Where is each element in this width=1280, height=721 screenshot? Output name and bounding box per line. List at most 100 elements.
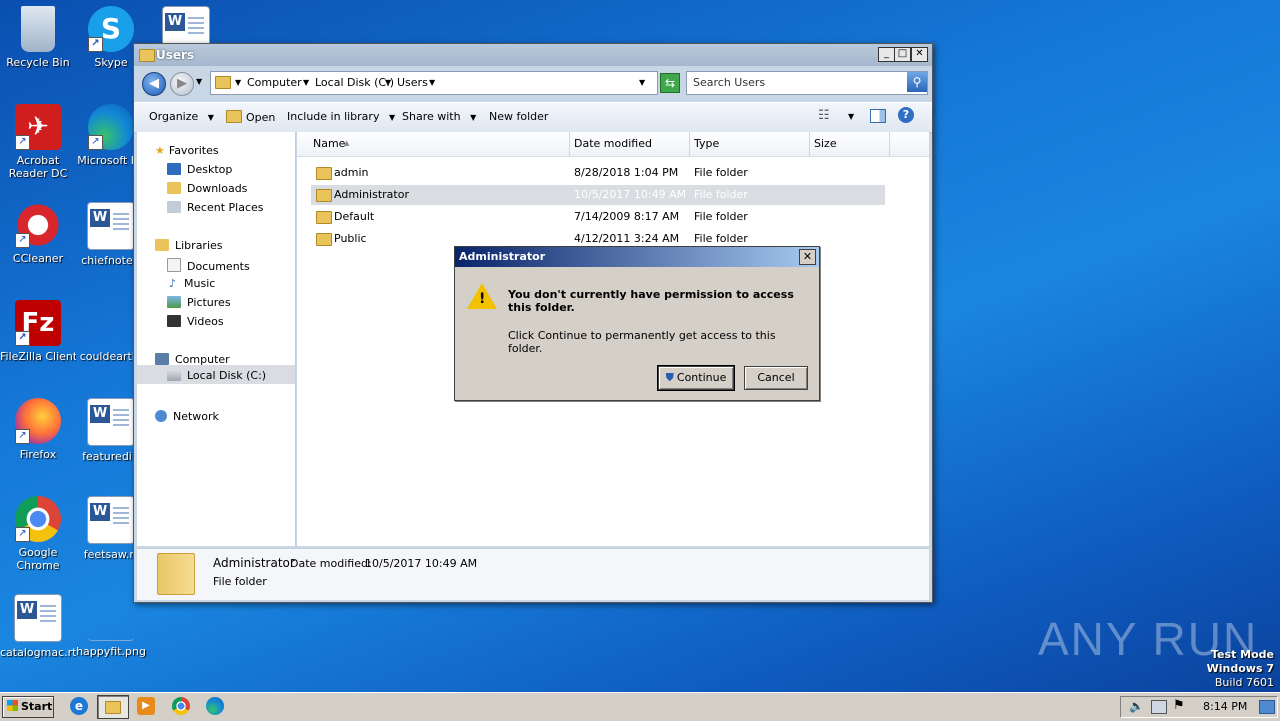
desktop-icon-happyfit[interactable]: happyfit.png [73, 594, 149, 658]
column-divider[interactable] [889, 132, 890, 156]
breadcrumb-local-disk[interactable]: Local Disk (C:) [315, 76, 394, 89]
file-type: File folder [694, 210, 748, 223]
nav-network[interactable]: Network [155, 410, 219, 423]
organize-button[interactable]: Organize ▼ [149, 110, 214, 123]
address-history-dropdown-icon[interactable]: ▼ [639, 78, 645, 87]
navigation-pane: ★ Favorites Desktop Downloads Recent Plac… [137, 132, 296, 546]
forward-arrow-icon[interactable]: ▶ [170, 72, 194, 96]
column-divider[interactable] [569, 132, 570, 156]
action-center-flag-icon[interactable]: ⚑ [1173, 698, 1185, 713]
share-with-button[interactable]: Share with ▼ [402, 110, 476, 123]
media-player-icon[interactable]: ▶ [137, 697, 155, 715]
clock[interactable]: 8:14 PM [1203, 700, 1247, 713]
desktop-icon-ccleaner[interactable]: ↗ CCleaner [0, 202, 76, 265]
explorer-taskbar-button[interactable] [97, 695, 129, 719]
desktop-icon-label: Recycle Bin [6, 56, 70, 69]
file-name: Administrator [334, 188, 409, 201]
table-row[interactable]: Default 7/14/2009 8:17 AM File folder [311, 207, 885, 227]
show-desktop-icon[interactable] [1259, 700, 1275, 714]
continue-button[interactable]: ⛊ Continue [657, 365, 735, 391]
desktop-icon-label: CCleaner [12, 252, 64, 265]
chevron-down-icon: ▼ [207, 113, 214, 122]
column-size[interactable]: Size [814, 137, 837, 150]
preview-pane-icon[interactable] [870, 109, 886, 123]
network-tray-icon[interactable] [1151, 700, 1167, 714]
help-icon[interactable]: ? [898, 107, 914, 123]
table-row[interactable]: admin 8/28/2018 1:04 PM File folder [311, 163, 885, 183]
nav-label: Libraries [175, 239, 223, 252]
desktop-icon-recycle-bin[interactable]: Recycle Bin [0, 6, 76, 69]
nav-local-disk[interactable]: Local Disk (C:) [137, 365, 295, 384]
back-arrow-icon[interactable]: ◀ [142, 72, 166, 96]
start-button[interactable]: Start [2, 696, 54, 718]
refresh-icon[interactable]: ⇆ [660, 73, 680, 93]
nav-pictures[interactable]: Pictures [167, 296, 231, 309]
breadcrumb-separator-icon: ▼ [235, 78, 242, 87]
column-name[interactable]: Name [313, 137, 345, 150]
desktop-icon-chrome[interactable]: ↗ Google Chrome [0, 496, 76, 572]
column-date-modified[interactable]: Date modified [574, 137, 652, 150]
include-label: Include in library [287, 110, 380, 123]
nav-desktop[interactable]: Desktop [167, 163, 232, 176]
start-label: Start [21, 700, 53, 713]
cancel-label: Cancel [757, 371, 795, 384]
close-button[interactable]: ✕ [911, 47, 928, 62]
breadcrumb-users[interactable]: Users [397, 76, 428, 89]
dialog-close-button[interactable]: ✕ [799, 249, 816, 265]
search-icon[interactable]: ⚲ [907, 72, 927, 92]
maximize-button[interactable]: □ [894, 47, 911, 62]
star-icon: ★ [155, 144, 165, 157]
desktop-icon-firefox[interactable]: ↗ Firefox [0, 398, 76, 461]
organize-label: Organize [149, 110, 199, 123]
word-document-icon: W [87, 202, 135, 250]
table-row-selected[interactable]: Administrator 10/5/2017 10:49 AM File fo… [311, 185, 885, 205]
continue-label: Continue [676, 371, 727, 384]
file-date: 8/28/2018 1:04 PM [574, 166, 679, 179]
internet-explorer-icon[interactable]: e [70, 697, 88, 715]
nav-recent-places[interactable]: Recent Places [167, 201, 264, 214]
desktop-icon-label: happyfit.png [76, 645, 146, 658]
test-mode-label: Test Mode [1211, 648, 1274, 661]
cancel-button[interactable]: Cancel [744, 366, 808, 390]
acrobat-icon: ✈ ↗ [15, 104, 61, 150]
column-divider[interactable] [809, 132, 810, 156]
column-type[interactable]: Type [694, 137, 719, 150]
desktop-icon-label: FileZilla Client [0, 350, 76, 363]
folder-icon [316, 233, 332, 246]
nav-libraries[interactable]: Libraries [155, 239, 223, 252]
recent-pages-dropdown-icon[interactable]: ▼ [196, 77, 202, 86]
search-input[interactable]: Search Users ⚲ [686, 71, 928, 95]
breadcrumb-computer[interactable]: Computer [247, 76, 302, 89]
folder-icon [215, 76, 231, 89]
local-disk-icon [167, 369, 181, 381]
nav-music[interactable]: ♪ Music [167, 277, 215, 290]
include-in-library-button[interactable]: Include in library ▼ [287, 110, 395, 123]
file-type: File folder [694, 166, 748, 179]
desktop-icon-catalogmac[interactable]: W catalogmac.rtf [0, 594, 76, 659]
dialog-titlebar[interactable]: Administrator ✕ [455, 247, 819, 267]
address-bar[interactable]: ▼ Computer ▼ Local Disk (C:) ▼ Users ▼ ▼ [210, 71, 658, 95]
nav-documents[interactable]: Documents [167, 258, 250, 273]
new-folder-button[interactable]: New folder [489, 110, 548, 123]
nav-label: Music [184, 277, 216, 290]
volume-icon[interactable]: 🔈 [1129, 699, 1144, 713]
edge-icon[interactable] [206, 697, 224, 715]
chevron-down-icon: ▼ [470, 113, 477, 122]
open-button[interactable]: Open [226, 110, 275, 124]
window-titlebar[interactable]: Users _ □ ✕ [134, 44, 932, 66]
locked-folder-icon [316, 167, 332, 180]
view-options-icon[interactable]: ☷ [818, 108, 830, 123]
nav-downloads[interactable]: Downloads [167, 182, 247, 195]
column-divider[interactable] [689, 132, 690, 156]
chrome-icon[interactable] [172, 697, 190, 715]
desktop-icon-acrobat[interactable]: ✈ ↗ Acrobat Reader DC [0, 104, 76, 180]
file-type: File folder [694, 188, 748, 201]
nav-label: Downloads [187, 182, 248, 195]
view-dropdown-icon[interactable]: ▼ [848, 112, 854, 121]
minimize-button[interactable]: _ [878, 47, 895, 62]
command-toolbar: Organize ▼ Open Include in library ▼ Sha… [134, 102, 932, 133]
nav-videos[interactable]: Videos [167, 315, 224, 328]
os-name-label: Windows 7 [1206, 662, 1274, 675]
desktop-icon-filezilla[interactable]: Fz ↗ FileZilla Client [0, 300, 76, 363]
nav-favorites[interactable]: ★ Favorites [155, 144, 219, 157]
